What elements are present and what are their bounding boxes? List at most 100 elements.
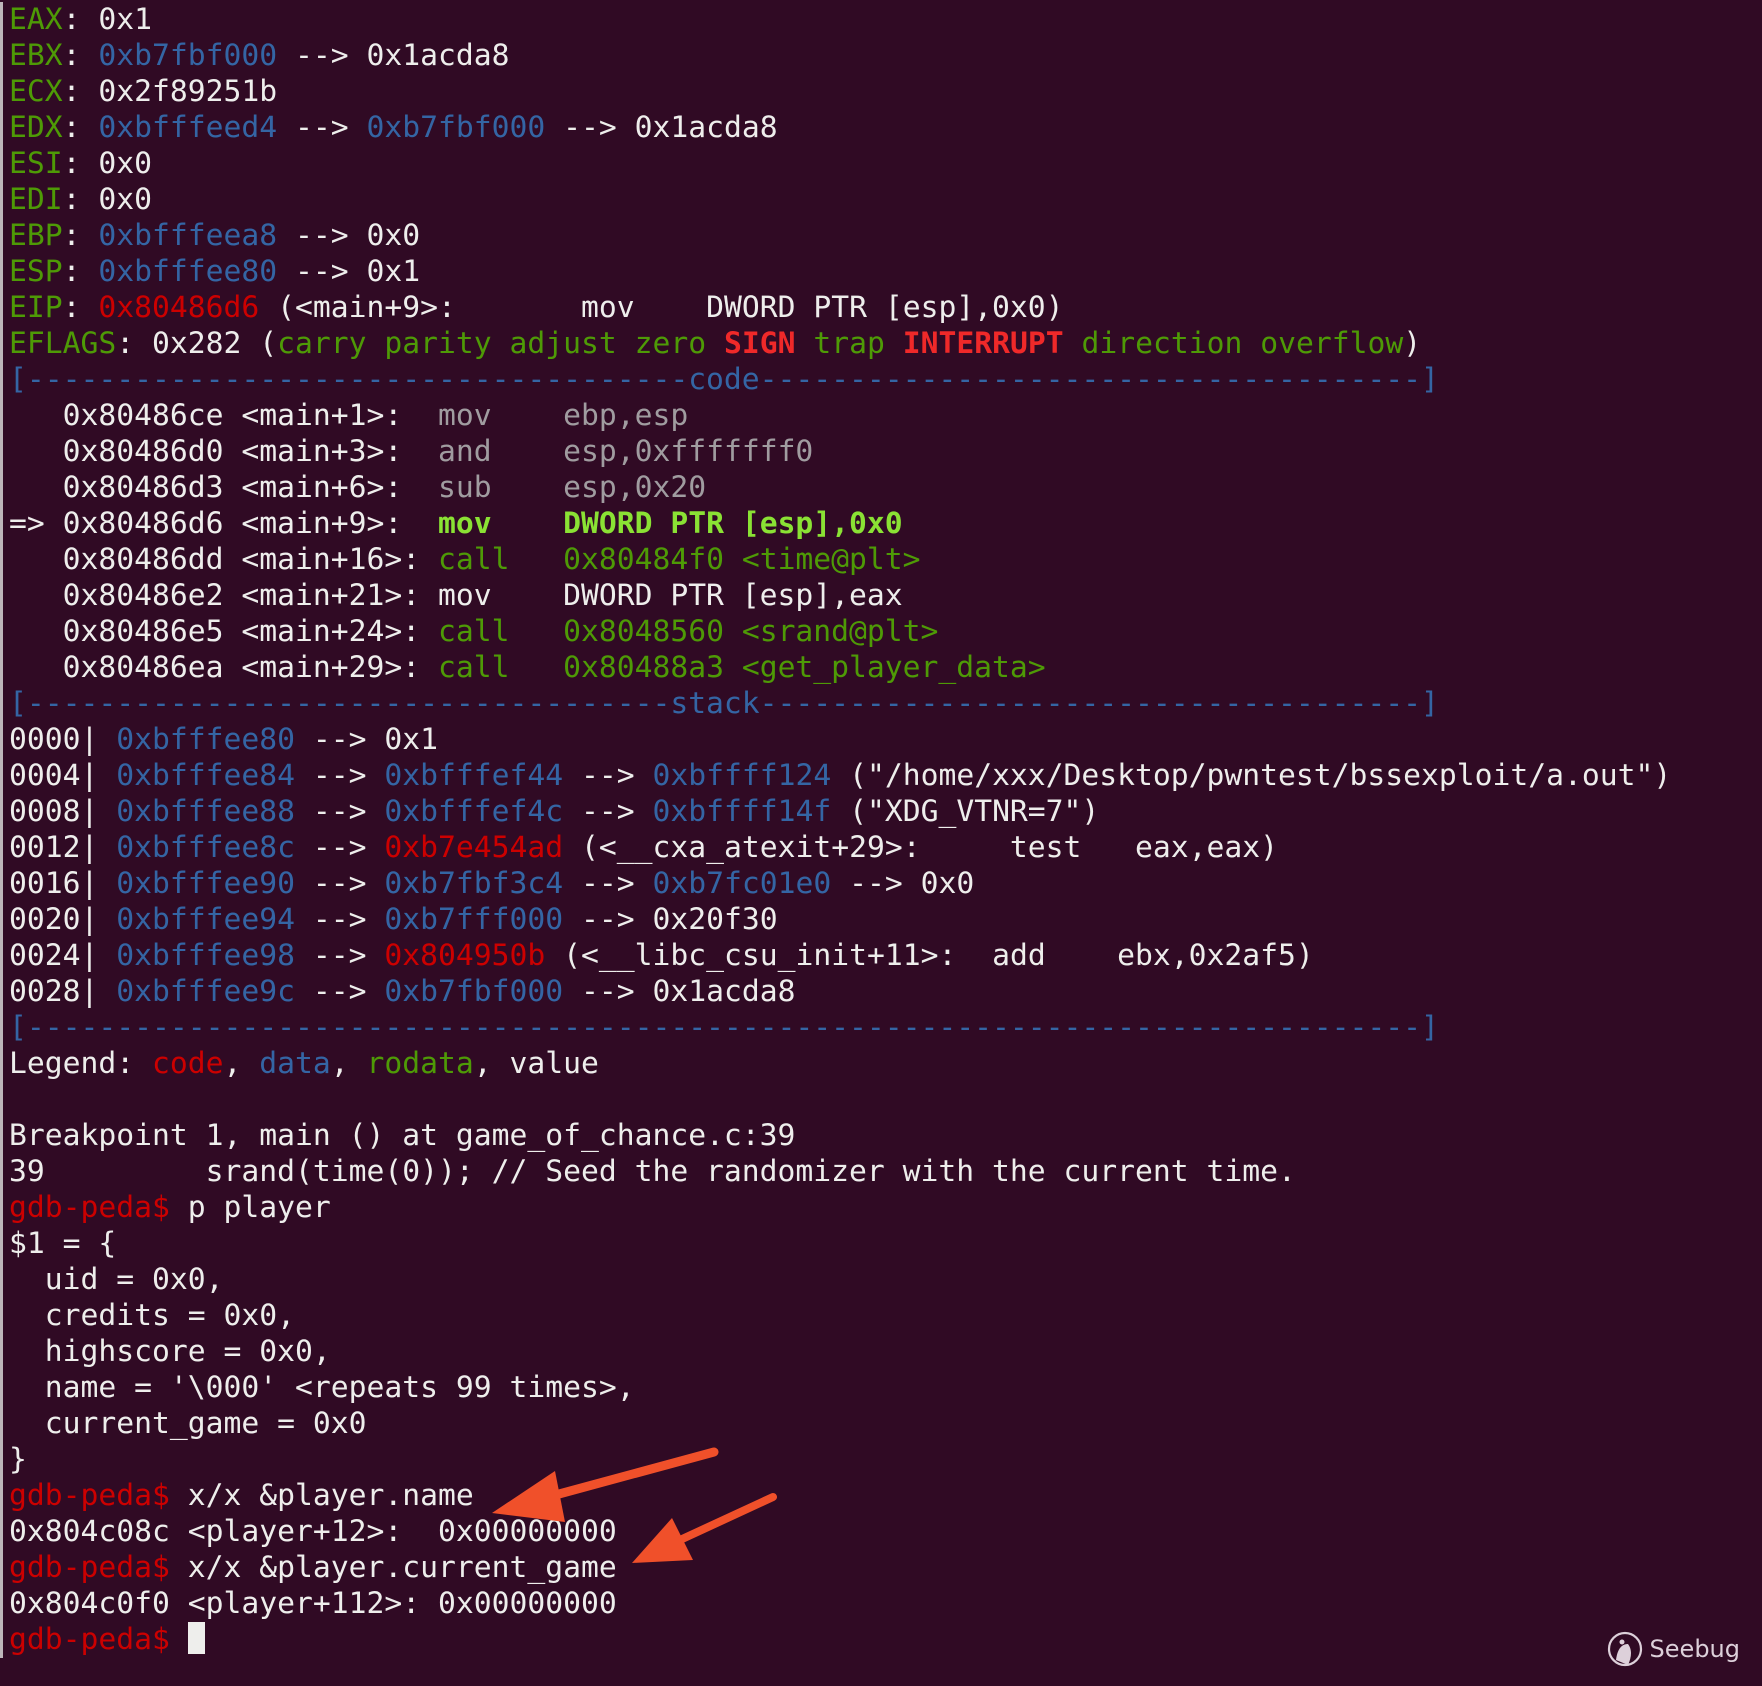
text-segment: EDX xyxy=(9,110,63,145)
text-segment: EIP xyxy=(9,290,63,325)
text-segment: 0xb7fbf3c4 xyxy=(384,866,564,901)
text-segment: --> xyxy=(563,866,653,901)
terminal-line: [---------------------------------------… xyxy=(9,1010,1762,1046)
text-segment: p player xyxy=(187,1190,331,1225)
shell-prompt: gdb-peda$ xyxy=(9,1622,188,1657)
text-segment: --> 0x1acda8 xyxy=(545,110,778,145)
seebug-watermark: Seebug xyxy=(1606,1630,1740,1668)
text-segment: call 0x80484f0 <time@plt> xyxy=(437,542,921,577)
text-segment: 0028| xyxy=(9,974,117,1009)
text-segment: ESI xyxy=(9,146,63,181)
text-segment xyxy=(9,1082,27,1117)
text-segment: direction overflow xyxy=(1063,326,1404,361)
text-segment: 0x80486e5 <main+24>: xyxy=(9,614,438,649)
text-segment: 0xb7fc01e0 xyxy=(652,866,832,901)
text-segment: --> xyxy=(294,830,385,865)
terminal-line: Legend: code, data, rodata, value xyxy=(9,1046,1762,1082)
text-segment: x/x &player.current_game xyxy=(187,1550,617,1585)
text-segment: : 0x0 xyxy=(62,182,152,217)
terminal-line: 0x80486dd <main+16>: call 0x80484f0 <tim… xyxy=(9,542,1762,578)
text-segment: , xyxy=(223,1046,260,1081)
text-segment: 0xb7fff000 xyxy=(384,902,564,937)
text-segment: --> xyxy=(294,758,385,793)
terminal-line: 0x80486d0 <main+3>: and esp,0xfffffff0 xyxy=(9,434,1762,470)
text-segment: code xyxy=(152,1046,224,1081)
text-segment: --> xyxy=(294,866,385,901)
text-segment: 0xbfffee94 xyxy=(116,902,295,937)
text-segment: uid = 0x0, xyxy=(9,1262,224,1297)
text-segment: : xyxy=(62,290,99,325)
shell-prompt: gdb-peda$ xyxy=(9,1478,188,1513)
text-segment: 0xbffff14f xyxy=(652,794,832,829)
terminal-line: highscore = 0x0, xyxy=(9,1334,1762,1370)
text-segment: 0xb7fbf000 xyxy=(384,974,564,1009)
text-segment: 0xbfffee9c xyxy=(116,974,295,1009)
text-segment: --> 0x1acda8 xyxy=(563,974,796,1009)
text-segment: : xyxy=(62,38,99,73)
text-segment: ECX xyxy=(9,74,63,109)
text-segment: ) xyxy=(1403,326,1422,361)
terminal-line: 0016| 0xbfffee90 --> 0xb7fbf3c4 --> 0xb7… xyxy=(9,866,1762,902)
text-segment: 0000| xyxy=(9,722,117,757)
terminal-line: EBX: 0xb7fbf000 --> 0x1acda8 xyxy=(9,38,1762,74)
terminal-line: 0x80486ce <main+1>: mov ebp,esp xyxy=(9,398,1762,434)
text-segment: 0xb7e454ad xyxy=(384,830,564,865)
text-segment: (<__libc_csu_init+11>: add ebx,0x2af5) xyxy=(545,938,1314,973)
text-segment: 0x80486d0 <main+3>: xyxy=(9,434,438,469)
text-segment: 0020| xyxy=(9,902,117,937)
section-separator: [---------------------------------------… xyxy=(9,1010,1439,1045)
text-segment: --> 0x1 xyxy=(277,254,421,289)
text-segment: 0x804c0f0 <player+112>: 0x00000000 xyxy=(9,1586,617,1621)
terminal-line: EIP: 0x80486d6 (<main+9>: mov DWORD PTR … xyxy=(9,290,1762,326)
terminal-line: credits = 0x0, xyxy=(9,1298,1762,1334)
text-segment: call 0x80488a3 <get_player_data> xyxy=(437,650,1046,685)
text-segment: carry parity adjust zero xyxy=(277,326,724,361)
text-segment: ("/home/xxx/Desktop/pwntest/bssexploit/a… xyxy=(831,758,1672,793)
text-segment: 39 srand(time(0)); // Seed the randomize… xyxy=(9,1154,1296,1189)
terminal-line: 0x804c0f0 <player+112>: 0x00000000 xyxy=(9,1586,1762,1622)
terminal-line: 0004| 0xbfffee84 --> 0xbfffef44 --> 0xbf… xyxy=(9,758,1762,794)
seebug-ladybug-icon xyxy=(1607,1631,1642,1667)
terminal-line: 0020| 0xbfffee94 --> 0xb7fff000 --> 0x20… xyxy=(9,902,1762,938)
text-segment: --> xyxy=(294,902,385,937)
text-segment: name = '\000' <repeats 99 times>, xyxy=(9,1370,635,1405)
terminal-line: 0x80486ea <main+29>: call 0x80488a3 <get… xyxy=(9,650,1762,686)
terminal-line: EBP: 0xbfffeea8 --> 0x0 xyxy=(9,218,1762,254)
terminal-line: Breakpoint 1, main () at game_of_chance.… xyxy=(9,1118,1762,1154)
terminal-line: current_game = 0x0 xyxy=(9,1406,1762,1442)
text-segment: mov DWORD PTR [esp],0x0 xyxy=(437,506,903,541)
text-segment: 0x80486d6 xyxy=(98,290,260,325)
text-segment: , xyxy=(330,1046,367,1081)
text-segment: Legend: xyxy=(9,1046,152,1081)
terminal-line: 0024| 0xbfffee98 --> 0x804950b (<__libc_… xyxy=(9,938,1762,974)
terminal-line: ESI: 0x0 xyxy=(9,146,1762,182)
text-segment: , value xyxy=(473,1046,599,1081)
terminal-line: EFLAGS: 0x282 (carry parity adjust zero … xyxy=(9,326,1762,362)
terminal-line: [------------------------------------sta… xyxy=(9,686,1762,722)
text-segment: 0x80486e2 <main+21>: mov DWORD PTR [esp]… xyxy=(9,578,903,613)
terminal-line: EDX: 0xbfffeed4 --> 0xb7fbf000 --> 0x1ac… xyxy=(9,110,1762,146)
command-input-cursor[interactable] xyxy=(187,1622,205,1654)
text-segment: current_game = 0x0 xyxy=(9,1406,367,1441)
text-segment: 0xbfffef4c xyxy=(384,794,564,829)
text-segment: 0xbfffee80 xyxy=(98,254,278,289)
legend: Legend: code, data, rodata, value xyxy=(9,1046,1762,1118)
text-segment: : 0x282 ( xyxy=(116,326,278,361)
text-segment: mov ebp,esp xyxy=(437,398,689,433)
terminal-line: } xyxy=(9,1442,1762,1478)
text-segment: --> xyxy=(294,794,385,829)
text-segment: : xyxy=(62,110,99,145)
terminal-window[interactable]: EAX: 0x1 EBX: 0xb7fbf000 --> 0x1acda8 ECX:… xyxy=(0,2,1762,1658)
terminal-line: 0000| 0xbfffee80 --> 0x1 xyxy=(9,722,1762,758)
terminal-line: gdb-peda$ x/x &player.name xyxy=(9,1478,1762,1514)
text-segment: --> 0x0 xyxy=(831,866,975,901)
text-segment: 0xbfffee88 xyxy=(116,794,295,829)
text-segment: 0xbffff124 xyxy=(652,758,832,793)
code-panel: [-------------------------------------co… xyxy=(9,362,1762,686)
text-segment: call 0x8048560 <srand@plt> xyxy=(437,614,939,649)
terminal-line: gdb-peda$ p player xyxy=(9,1190,1762,1226)
text-segment: rodata xyxy=(366,1046,474,1081)
text-segment: --> 0x1acda8 xyxy=(277,38,510,73)
shell-prompt: gdb-peda$ xyxy=(9,1550,188,1585)
terminal-line: ECX: 0x2f89251b xyxy=(9,74,1762,110)
